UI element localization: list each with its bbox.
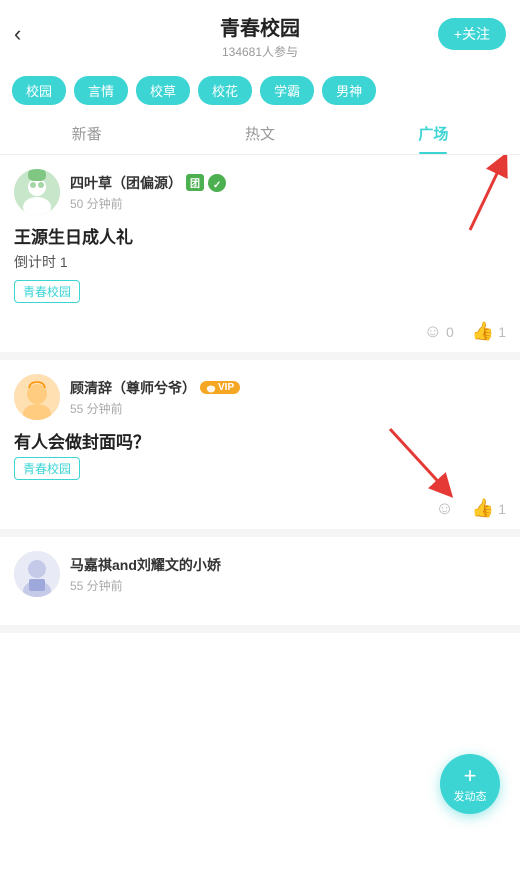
tab-hotpost[interactable]: 热文 <box>173 113 346 154</box>
tabs-bar: 新番 热文 广场 <box>0 113 520 155</box>
post-2-comment-action[interactable]: ☺ <box>435 498 453 519</box>
post-1-comment-count: 0 <box>446 324 454 340</box>
post-2-user-info: 顾清辞（尊师兮爷） VIP 55 分钟前 <box>70 378 506 417</box>
post-2-header: 顾清辞（尊师兮爷） VIP 55 分钟前 <box>14 374 506 420</box>
tag-schoolguy[interactable]: 校草 <box>136 76 190 105</box>
fab-plus-icon: + <box>464 765 477 787</box>
post-3-time: 55 分钟前 <box>70 577 506 594</box>
post-1-tag[interactable]: 青春校园 <box>14 280 80 303</box>
follow-button[interactable]: +关注 <box>438 18 506 50</box>
fab-label: 发动态 <box>454 788 487 804</box>
post-1-comment-action[interactable]: ☺ 0 <box>424 321 454 342</box>
tag-romance[interactable]: 言情 <box>74 76 128 105</box>
post-2-like-action[interactable]: 👍 1 <box>472 498 506 519</box>
post-2: 顾清辞（尊师兮爷） VIP 55 分钟前 有人会做封面吗？ 青春校园 ☺ 👍 1 <box>0 360 520 537</box>
post-1-subtitle: 倒计时 1 <box>14 252 506 272</box>
tags-bar: 校园 言情 校草 校花 学霸 男神 <box>0 68 520 113</box>
back-button[interactable]: ‹ <box>14 21 21 47</box>
post-1-user-info: 四叶草（团偏源） 团 ✓ 50 分钟前 <box>70 173 506 212</box>
post-1-footer: ☺ 0 👍 1 <box>14 313 506 352</box>
post-1-header: 四叶草（团偏源） 团 ✓ 50 分钟前 <box>14 169 506 215</box>
page-title: 青春校园 134681人参与 <box>16 12 504 60</box>
post-3-username: 马嘉祺and刘耀文的小娇 <box>70 555 506 575</box>
vip-badge: VIP <box>200 381 240 394</box>
participant-count: 134681人参与 <box>16 43 504 60</box>
header: ‹ 青春校园 134681人参与 +关注 <box>0 0 520 68</box>
post-1-badge: 团 <box>186 174 204 191</box>
post-1: 四叶草（团偏源） 团 ✓ 50 分钟前 王源生日成人礼 倒计时 1 青春校园 ☺… <box>0 155 520 360</box>
post-2-title: 有人会做封面吗？ <box>14 428 506 453</box>
tab-plaza[interactable]: 广场 <box>347 113 520 154</box>
post-2-tag[interactable]: 青春校园 <box>14 457 80 480</box>
comment-icon-2: ☺ <box>435 498 453 519</box>
fab-container: + 发动态 <box>440 754 500 814</box>
post-1-avatar <box>14 169 60 215</box>
tag-campus[interactable]: 校园 <box>12 76 66 105</box>
tag-schoolgirl[interactable]: 校花 <box>198 76 252 105</box>
post-fab-button[interactable]: + 发动态 <box>440 754 500 814</box>
title-text: 青春校园 <box>16 12 504 41</box>
post-1-time: 50 分钟前 <box>70 195 506 212</box>
post-2-avatar <box>14 374 60 420</box>
like-icon-2: 👍 <box>472 498 494 519</box>
post-3-user-info: 马嘉祺and刘耀文的小娇 55 分钟前 <box>70 555 506 594</box>
post-3: 马嘉祺and刘耀文的小娇 55 分钟前 <box>0 537 520 633</box>
post-2-footer: ☺ 👍 1 <box>14 490 506 529</box>
svg-text:✓: ✓ <box>213 180 221 191</box>
tab-xinpan[interactable]: 新番 <box>0 113 173 154</box>
comment-icon: ☺ <box>424 321 442 342</box>
post-2-time: 55 分钟前 <box>70 400 506 417</box>
post-1-like-action[interactable]: 👍 1 <box>472 321 506 342</box>
post-3-header: 马嘉祺and刘耀文的小娇 55 分钟前 <box>14 551 506 597</box>
post-1-title: 王源生日成人礼 <box>14 223 506 248</box>
tag-studygod[interactable]: 学霸 <box>260 76 314 105</box>
post-2-like-count: 1 <box>498 501 506 517</box>
post-2-username: 顾清辞（尊师兮爷） VIP <box>70 378 506 398</box>
cat-icon <box>206 383 216 393</box>
post-1-username: 四叶草（团偏源） 团 ✓ <box>70 173 506 193</box>
like-icon: 👍 <box>472 321 494 342</box>
post-3-avatar <box>14 551 60 597</box>
tag-maleidol[interactable]: 男神 <box>322 76 376 105</box>
verified-icon: ✓ <box>208 174 226 192</box>
post-1-like-count: 1 <box>498 324 506 340</box>
